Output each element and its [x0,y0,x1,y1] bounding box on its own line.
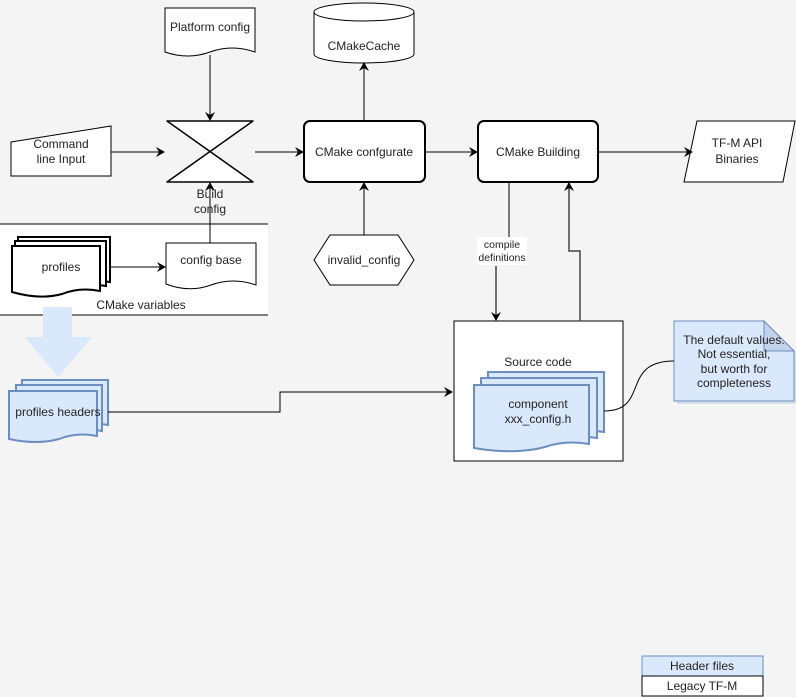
component-config-label-2: xxx_config.h [505,412,572,426]
note-line-1: The default values. [683,333,784,347]
note-node[interactable]: The default values. Not essential, but w… [673,319,796,404]
invalid-config-label: invalid_config [328,253,401,267]
edge-source-to-building [564,182,581,321]
profiles-node[interactable]: profiles [11,236,111,298]
build-config-label-2: config [194,202,226,216]
cmake-cache-label: CMakeCache [328,39,401,53]
invalid-config-node[interactable]: invalid_config [313,234,415,286]
cmake-building-label: CMake Building [496,145,580,159]
compile-definitions-label: compile definitions [477,237,527,265]
edge-headers-to-source [108,387,453,413]
cmake-variables-label: CMake variables [96,298,185,312]
compile-definitions-label-1: compile [484,239,520,251]
tfm-api-binaries-node[interactable]: TF-M API Binaries [683,120,796,183]
platform-config-node[interactable]: Platform config [164,7,256,57]
legend-header-files-label: Header files [670,659,734,673]
build-config-label-1: Build [197,187,224,201]
compile-definitions-label-2: definitions [478,252,525,264]
command-line-input-label-1: Command [33,137,88,151]
source-code-label: Source code [504,355,572,369]
diagram-canvas: CMake variables Platform config CMakeCac… [0,2,796,697]
tfm-api-binaries-label-1: TF-M API [712,136,763,150]
collate-node[interactable] [166,120,254,183]
profiles-label: profiles [42,260,81,274]
profiles-headers-node[interactable]: profiles headers [8,379,109,443]
tfm-api-binaries-label-2: Binaries [715,152,758,166]
config-base-label: config base [180,253,242,267]
cmake-cache-node[interactable]: CMakeCache [313,2,415,64]
profiles-headers-label: profiles headers [15,405,100,419]
build-config-label: Build config [194,187,226,216]
note-line-3: but worth for [701,362,768,376]
note-line-2: Not essential, [698,347,771,361]
cmake-configurate-node[interactable]: CMake confgurate [303,120,426,183]
component-config-node[interactable]: component xxx_config.h [473,371,605,453]
note-line-4: completeness [697,376,771,390]
command-line-input-label-2: line Input [37,152,86,166]
command-line-input-node[interactable]: Command line Input [10,125,112,177]
cmake-building-node[interactable]: CMake Building [477,120,599,183]
platform-config-label: Platform config [170,20,250,34]
legend-legacy-tfm-label: Legacy TF-M [667,679,737,693]
cmake-configurate-label: CMake confgurate [315,145,413,159]
generate-arrow-icon [25,307,92,377]
component-config-label-1: component [508,397,568,411]
config-base-node[interactable]: config base [165,242,257,290]
legend: Header files Legacy TF-M [641,655,764,697]
